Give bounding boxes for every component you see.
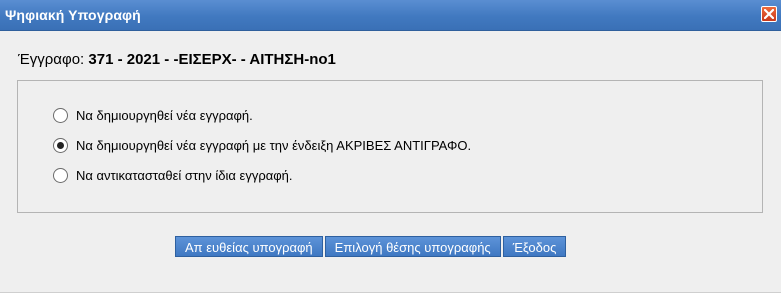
direct-sign-button[interactable]: Απ ευθείας υπογραφή xyxy=(175,236,323,257)
options-group: Να δημιουργηθεί νέα εγγραφή. Να δημιουργ… xyxy=(17,80,763,213)
exit-button[interactable]: Έξοδος xyxy=(502,236,567,257)
option-new-record-label: Να δημιουργηθεί νέα εγγραφή. xyxy=(76,107,253,123)
document-label: Έγγραφο: xyxy=(18,51,85,68)
option-replace-record[interactable]: Να αντικατασταθεί στην ίδια εγγραφή. xyxy=(53,166,293,184)
choose-signature-position-button[interactable]: Επιλογή θέσης υπογραφής xyxy=(324,236,501,257)
signature-dialog: Ψηφιακή Υπογραφή Έγγραφο: 371 - 2021 - -… xyxy=(0,0,781,293)
close-icon xyxy=(764,9,774,19)
dialog-titlebar[interactable]: Ψηφιακή Υπογραφή xyxy=(0,0,781,31)
document-value: 371 - 2021 - -ΕΙΣΕΡΧ- - ΑΙΤΗΣΗ-no1 xyxy=(88,51,336,68)
option-replace-record-label: Να αντικατασταθεί στην ίδια εγγραφή. xyxy=(76,167,293,183)
close-button[interactable] xyxy=(761,6,777,22)
option-new-record-true-copy-label: Να δημιουργηθεί νέα εγγραφή με την ένδει… xyxy=(76,137,472,153)
radio-replace-record[interactable] xyxy=(53,167,68,183)
option-new-record[interactable]: Να δημιουργηθεί νέα εγγραφή. xyxy=(53,106,253,124)
option-new-record-true-copy[interactable]: Να δημιουργηθεί νέα εγγραφή με την ένδει… xyxy=(53,136,471,154)
radio-new-record-true-copy[interactable] xyxy=(53,137,68,153)
button-row: Απ ευθείας υπογραφή Επιλογή θέσης υπογρα… xyxy=(175,236,568,257)
radio-new-record[interactable] xyxy=(53,107,68,123)
document-line: Έγγραφο: 371 - 2021 - -ΕΙΣΕΡΧ- - ΑΙΤΗΣΗ-… xyxy=(18,51,336,68)
dialog-title: Ψηφιακή Υπογραφή xyxy=(5,7,141,23)
